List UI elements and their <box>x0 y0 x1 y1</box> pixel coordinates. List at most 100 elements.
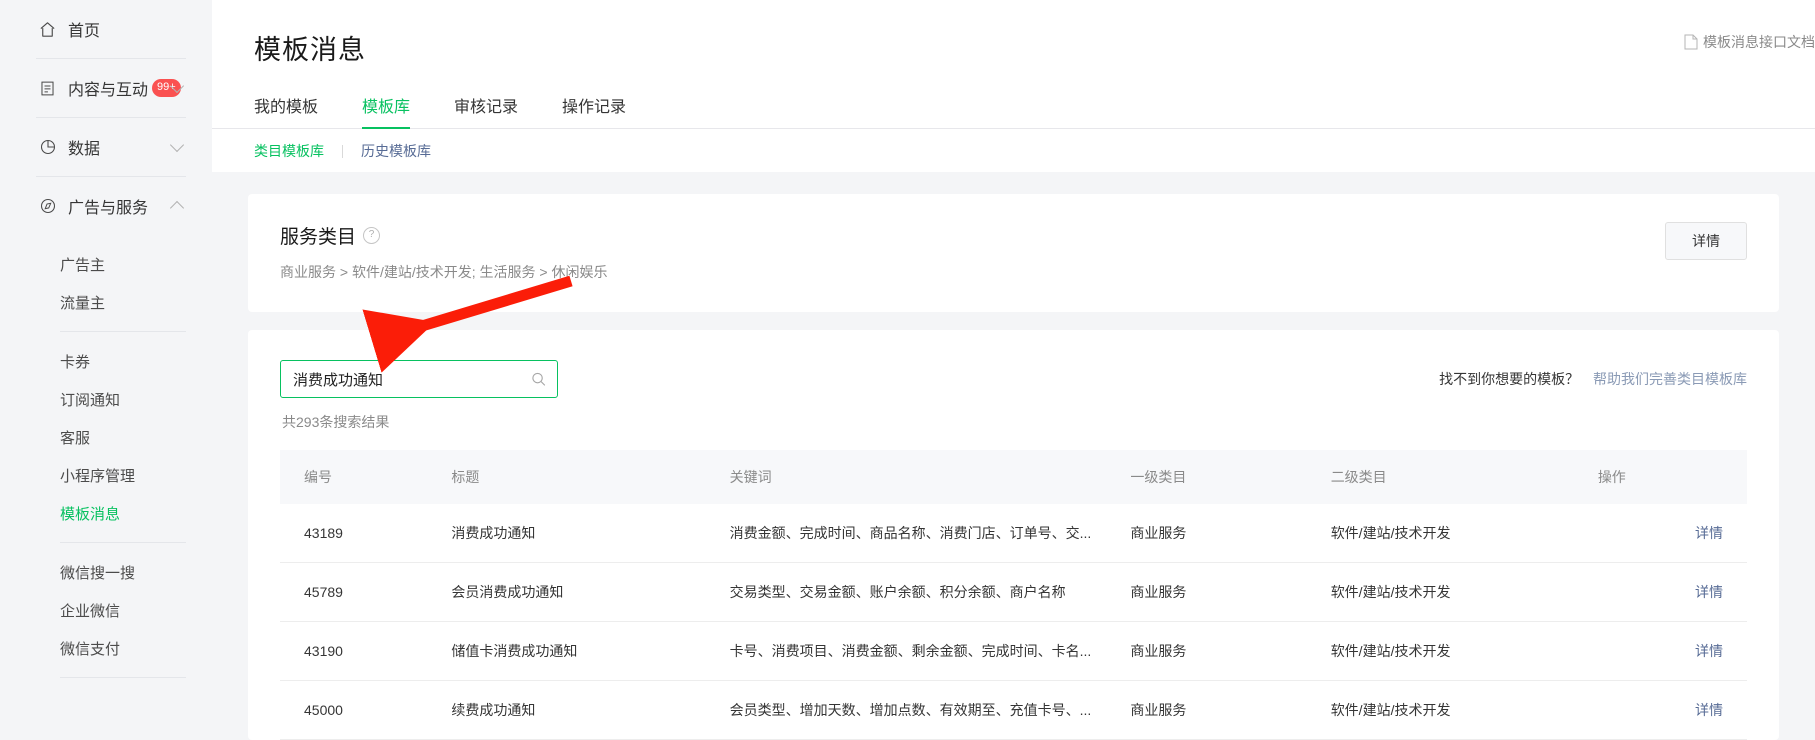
sidebar-item-wecom[interactable]: 企业微信 <box>0 591 212 629</box>
service-category-title: 服务类目 <box>280 222 356 249</box>
column-header-action: 操作 <box>1598 450 1747 504</box>
tab-label: 操作记录 <box>562 99 626 116</box>
cell-keywords: 消费金额、完成时间、商品名称、消费门店、订单号、交... <box>730 504 1131 563</box>
search-box[interactable] <box>280 360 558 398</box>
sidebar-item-data[interactable]: 数据 <box>0 118 212 176</box>
sidebar-item-miniprogram-manage[interactable]: 小程序管理 <box>0 456 212 494</box>
chevron-up-icon[interactable] <box>170 201 184 215</box>
content-area: 服务类目 ? 商业服务 > 软件/建站/技术开发; 生活服务 > 休闲娱乐 详情 <box>212 172 1815 740</box>
cell-category2: 软件/建站/技术开发 <box>1331 563 1598 622</box>
tab-label: 模板库 <box>362 99 410 116</box>
compass-icon <box>38 197 57 216</box>
cell-title: 储值卡消费成功通知 <box>451 622 729 681</box>
column-header-keywords: 关键词 <box>730 450 1131 504</box>
sidebar-item-home[interactable]: 首页 <box>0 0 212 58</box>
search-row: 找不到你想要的模板？ 帮助我们完善类目模板库 <box>280 360 1747 398</box>
cell-id: 43189 <box>280 504 451 563</box>
table-row[interactable]: 45000 续费成功通知 会员类型、增加天数、增加点数、有效期至、充值卡号、..… <box>280 681 1747 740</box>
table-row[interactable]: 43190 储值卡消费成功通知 卡号、消费项目、消费金额、剩余金额、完成时间、卡… <box>280 622 1747 681</box>
subtab-divider <box>342 145 343 158</box>
service-category-path: 商业服务 > 软件/建站/技术开发; 生活服务 > 休闲娱乐 <box>280 262 1747 282</box>
row-detail-link[interactable]: 详情 <box>1695 702 1723 718</box>
cell-category1: 商业服务 <box>1130 622 1330 681</box>
cell-id: 43190 <box>280 622 451 681</box>
cell-keywords: 交易类型、交易金额、账户余额、积分余额、商户名称 <box>730 563 1131 622</box>
sidebar-item-subscribe-notice[interactable]: 订阅通知 <box>0 380 212 418</box>
cell-title: 续费成功通知 <box>451 681 729 740</box>
category-detail-button[interactable]: 详情 <box>1665 222 1747 260</box>
pie-chart-icon <box>38 138 57 157</box>
cell-category2: 软件/建站/技术开发 <box>1331 622 1598 681</box>
row-detail-link[interactable]: 详情 <box>1695 525 1723 541</box>
cell-keywords: 卡号、消费项目、消费金额、剩余金额、完成时间、卡名... <box>730 622 1131 681</box>
tab-my-templates[interactable]: 我的模板 <box>254 93 318 128</box>
page-header: 模板消息 模板消息接口文档 我的模板 模板库 审核记录 <box>212 0 1815 172</box>
sidebar-item-cards[interactable]: 卡券 <box>0 342 212 380</box>
cell-title: 会员消费成功通知 <box>451 563 729 622</box>
cell-keywords: 会员类型、增加天数、增加点数、有效期至、充值卡号、... <box>730 681 1131 740</box>
subtab-history-library[interactable]: 历史模板库 <box>361 141 431 161</box>
sidebar-item-customer-service[interactable]: 客服 <box>0 418 212 456</box>
result-count: 共293条搜索结果 <box>282 412 1747 432</box>
home-icon <box>38 20 57 39</box>
sidebar-item-publisher[interactable]: 流量主 <box>0 283 212 321</box>
tab-template-library[interactable]: 模板库 <box>362 93 410 128</box>
sidebar-item-label: 流量主 <box>60 292 105 313</box>
cell-title: 消费成功通知 <box>451 504 729 563</box>
sidebar-item-label: 微信搜一搜 <box>60 562 135 583</box>
sidebar-item-label: 企业微信 <box>60 600 120 621</box>
cell-category1: 商业服务 <box>1130 681 1330 740</box>
sidebar-item-content[interactable]: 内容与互动 99+ <box>0 59 212 117</box>
document-icon <box>38 79 57 98</box>
doc-link[interactable]: 模板消息接口文档 <box>1684 32 1815 52</box>
page-title: 模板消息 <box>212 0 1815 67</box>
table-row[interactable]: 43189 消费成功通知 消费金额、完成时间、商品名称、消费门店、订单号、交..… <box>280 504 1747 563</box>
sidebar-spacer <box>0 667 212 677</box>
sidebar-item-wechat-pay[interactable]: 微信支付 <box>0 629 212 667</box>
column-header-title: 标题 <box>451 450 729 504</box>
cell-category2: 软件/建站/技术开发 <box>1331 681 1598 740</box>
help-circle-icon[interactable]: ? <box>363 227 380 244</box>
cell-category2: 软件/建站/技术开发 <box>1331 504 1598 563</box>
search-input[interactable] <box>281 361 557 397</box>
table-row[interactable]: 45789 会员消费成功通知 交易类型、交易金额、账户余额、积分余额、商户名称 … <box>280 563 1747 622</box>
cell-id: 45000 <box>280 681 451 740</box>
sidebar-spacer <box>0 321 212 331</box>
row-detail-link[interactable]: 详情 <box>1695 643 1723 659</box>
sidebar-item-label: 订阅通知 <box>60 389 120 410</box>
sidebar-item-label: 首页 <box>68 17 100 41</box>
tab-label: 审核记录 <box>454 99 518 116</box>
tab-bar: 我的模板 模板库 审核记录 操作记录 <box>212 93 1815 129</box>
tab-label: 我的模板 <box>254 99 318 116</box>
sidebar-item-label: 广告与服务 <box>68 194 148 218</box>
helper-question: 找不到你想要的模板？ <box>1439 371 1579 387</box>
tab-audit-records[interactable]: 审核记录 <box>454 93 518 128</box>
chevron-down-icon[interactable] <box>170 138 184 152</box>
sidebar-item-wechat-search[interactable]: 微信搜一搜 <box>0 553 212 591</box>
table-header-row: 编号 标题 关键词 一级类目 二级类目 操作 <box>280 450 1747 504</box>
helper-improve-link[interactable]: 帮助我们完善类目模板库 <box>1593 371 1747 387</box>
sidebar-item-label: 广告主 <box>60 254 105 275</box>
column-header-id: 编号 <box>280 450 451 504</box>
subtab-category-library[interactable]: 类目模板库 <box>254 141 324 161</box>
service-category-title-row: 服务类目 ? <box>280 222 1747 249</box>
sidebar-item-label: 模板消息 <box>60 503 120 524</box>
tab-operation-records[interactable]: 操作记录 <box>562 93 626 128</box>
table-body: 43189 消费成功通知 消费金额、完成时间、商品名称、消费门店、订单号、交..… <box>280 504 1747 740</box>
template-table: 编号 标题 关键词 一级类目 二级类目 操作 43189 消费成功通知 消费金额 <box>280 450 1747 740</box>
document-file-icon <box>1684 34 1698 50</box>
sidebar-spacer <box>0 332 212 342</box>
helper-text: 找不到你想要的模板？ 帮助我们完善类目模板库 <box>1439 369 1747 389</box>
sidebar-item-ads-services[interactable]: 广告与服务 <box>0 177 212 235</box>
sidebar-item-template-message[interactable]: 模板消息 <box>0 494 212 532</box>
sidebar-item-label: 内容与互动 <box>68 76 148 100</box>
sidebar-item-label: 小程序管理 <box>60 465 135 486</box>
table-head: 编号 标题 关键词 一级类目 二级类目 操作 <box>280 450 1747 504</box>
sidebar: 首页 内容与互动 99+ 数据 <box>0 0 212 740</box>
sidebar-divider <box>60 677 186 678</box>
row-detail-link[interactable]: 详情 <box>1695 584 1723 600</box>
cell-category1: 商业服务 <box>1130 504 1330 563</box>
cell-id: 45789 <box>280 563 451 622</box>
card-gap <box>248 312 1779 330</box>
sidebar-item-advertiser[interactable]: 广告主 <box>0 245 212 283</box>
